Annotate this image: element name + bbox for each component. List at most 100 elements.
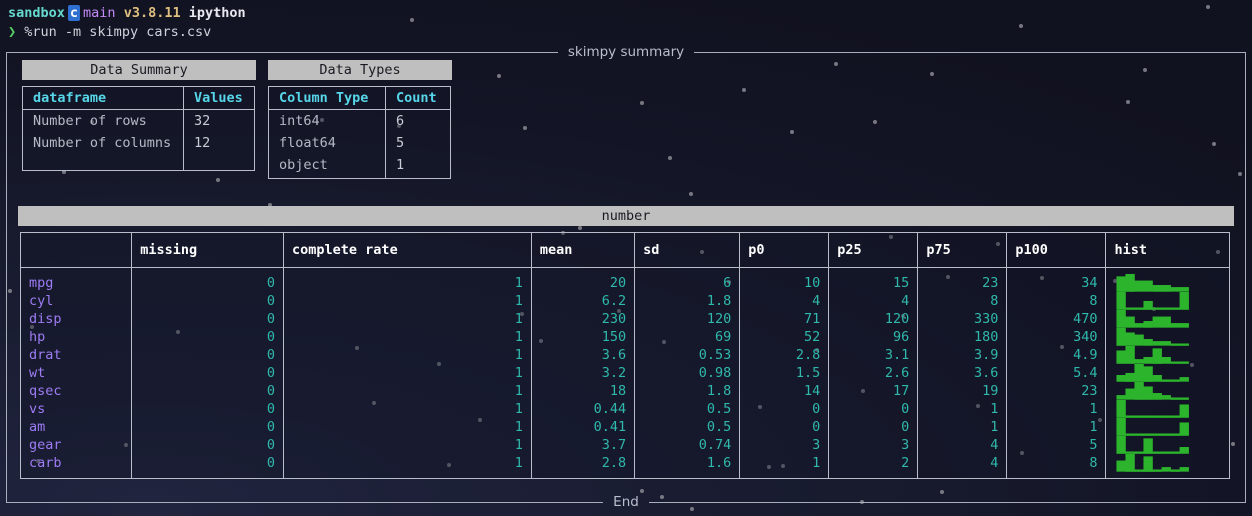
- stat-p75: 23: [917, 267, 1008, 292]
- stat-p75: 3.6: [917, 364, 1008, 382]
- stat-p100: 8: [1006, 292, 1107, 310]
- stat-sd: 120: [634, 310, 741, 328]
- stat-histogram: ▆█▂▃▇▃▁▁: [1105, 346, 1230, 364]
- stat-complete-rate: 1: [283, 328, 532, 346]
- histogram-sparkline: █▅▂▃▅▅▂▂: [1116, 310, 1189, 328]
- stat-sd: 1.8: [634, 292, 741, 310]
- stat-variable-name: vs: [19, 400, 133, 418]
- stat-mean: 2.8: [530, 454, 636, 479]
- stat-variable-name: cyl: [19, 292, 133, 310]
- stat-variable-name: hp: [19, 328, 133, 346]
- stat-p25: 17: [828, 382, 919, 400]
- data-summary-title: Data Summary: [22, 60, 256, 80]
- stat-variable-name: carb: [19, 454, 133, 479]
- stat-mean: 0.44: [530, 400, 636, 418]
- cell-type-label: float64: [268, 132, 386, 154]
- stat-p0: 1: [739, 454, 830, 479]
- stat-p25: 3.1: [828, 346, 919, 364]
- stat-histogram: ▃▄█▇▃▁▁▂: [1105, 364, 1230, 382]
- stat-variable-name: mpg: [19, 267, 133, 292]
- histogram-sparkline: █▁▁▁▁▁▁▆: [1116, 400, 1189, 418]
- col-column-type: Column Type: [268, 86, 386, 110]
- stat-mean: 150: [530, 328, 636, 346]
- stat-p100: 4.9: [1006, 346, 1107, 364]
- col-mean: mean: [530, 232, 636, 268]
- stat-mean: 20: [530, 267, 636, 292]
- stat-missing: 0: [131, 436, 285, 454]
- stat-p75: 19: [917, 382, 1008, 400]
- data-types-table: Column Type Count int64 6 float64 5 obje…: [268, 86, 451, 179]
- stat-missing: 0: [131, 346, 285, 364]
- git-branch-icon: c: [67, 5, 81, 21]
- table-row: qsec 0 1 18 1.8 14 17 19 23 ▂▅█▆▃▂▁▁: [19, 382, 1230, 400]
- table-row: float64 5: [268, 132, 451, 154]
- stat-sd: 0.5: [634, 400, 741, 418]
- stat-p75: 1: [917, 418, 1008, 436]
- cell-type-label: object: [268, 154, 386, 179]
- stat-p25: 4: [828, 292, 919, 310]
- terminal-screen: sandbox c main v3.8.11 ipython ❯ %run -m s…: [0, 0, 1252, 516]
- stat-p100: 5.4: [1006, 364, 1107, 382]
- stat-p0: 2.8: [739, 346, 830, 364]
- rule-line-right: [694, 51, 1246, 53]
- stat-complete-rate: 1: [283, 382, 532, 400]
- col-p75: p75: [917, 232, 1008, 268]
- col-variable: [19, 232, 133, 268]
- col-missing: missing: [131, 232, 285, 268]
- stat-missing: 0: [131, 382, 285, 400]
- rule-line-left: [6, 501, 604, 503]
- data-summary-table: dataframe Values Number of rows 32 Numbe…: [22, 86, 255, 171]
- cell-cols-value: 12: [183, 132, 255, 171]
- stat-p100: 470: [1006, 310, 1107, 328]
- stat-sd: 0.5: [634, 418, 741, 436]
- command-line[interactable]: ❯ %run -m skimpy cars.csv: [8, 23, 1252, 42]
- stat-sd: 69: [634, 328, 741, 346]
- stat-histogram: █▁▁▄▁▁▁█: [1105, 292, 1230, 310]
- stat-complete-rate: 1: [283, 454, 532, 479]
- stat-missing: 0: [131, 328, 285, 346]
- data-summary-block: Data Summary dataframe Values Number of …: [22, 60, 256, 179]
- prompt-branch: main: [83, 5, 116, 21]
- stat-histogram: █▅▂▃▅▅▂▂: [1105, 310, 1230, 328]
- stat-variable-name: drat: [19, 346, 133, 364]
- col-hist: hist: [1105, 232, 1230, 268]
- prompt-arrow-icon: ❯: [8, 24, 17, 40]
- stat-variable-name: am: [19, 418, 133, 436]
- cell-cols-label: Number of columns: [22, 132, 184, 171]
- stat-complete-rate: 1: [283, 346, 532, 364]
- stat-p0: 4: [739, 292, 830, 310]
- data-types-block: Data Types Column Type Count int64 6 flo…: [268, 60, 452, 179]
- stat-p100: 34: [1006, 267, 1107, 292]
- panel-title-rule: skimpy summary: [6, 44, 1246, 60]
- panel-footer-rule: End: [6, 494, 1246, 510]
- stat-p75: 180: [917, 328, 1008, 346]
- cell-rows-value: 32: [183, 109, 255, 132]
- stat-sd: 1.6: [634, 454, 741, 479]
- histogram-sparkline: █▁▁▁▁▁▁▆: [1116, 418, 1189, 436]
- stat-complete-rate: 1: [283, 418, 532, 436]
- cell-rows-label: Number of rows: [22, 109, 184, 132]
- prompt-env: ipython: [188, 5, 246, 21]
- stat-p0: 10: [739, 267, 830, 292]
- stats-header-row: missing complete rate mean sd p0 p25 p75…: [19, 232, 1230, 268]
- stat-p0: 0: [739, 400, 830, 418]
- table-header-row: dataframe Values: [22, 86, 255, 110]
- stat-sd: 0.53: [634, 346, 741, 364]
- stat-p100: 23: [1006, 382, 1107, 400]
- col-dataframe: dataframe: [22, 86, 184, 110]
- stat-missing: 0: [131, 400, 285, 418]
- stat-p25: 96: [828, 328, 919, 346]
- stat-missing: 0: [131, 292, 285, 310]
- stat-variable-name: disp: [19, 310, 133, 328]
- stats-body: mpg 0 1 20 6 10 15 23 34 ▇█▅▅▃▃▂▂ cyl 0 1 6.2 1.8 4 4 8 8 █…: [19, 267, 1230, 479]
- col-p0: p0: [739, 232, 830, 268]
- stat-sd: 6: [634, 267, 741, 292]
- stat-complete-rate: 1: [283, 292, 532, 310]
- panel-right-border: [1245, 52, 1246, 502]
- stat-complete-rate: 1: [283, 436, 532, 454]
- stat-mean: 3.6: [530, 346, 636, 364]
- stat-mean: 3.7: [530, 436, 636, 454]
- stat-p25: 0: [828, 418, 919, 436]
- stat-p25: 0: [828, 400, 919, 418]
- cell-type-count: 1: [385, 154, 451, 179]
